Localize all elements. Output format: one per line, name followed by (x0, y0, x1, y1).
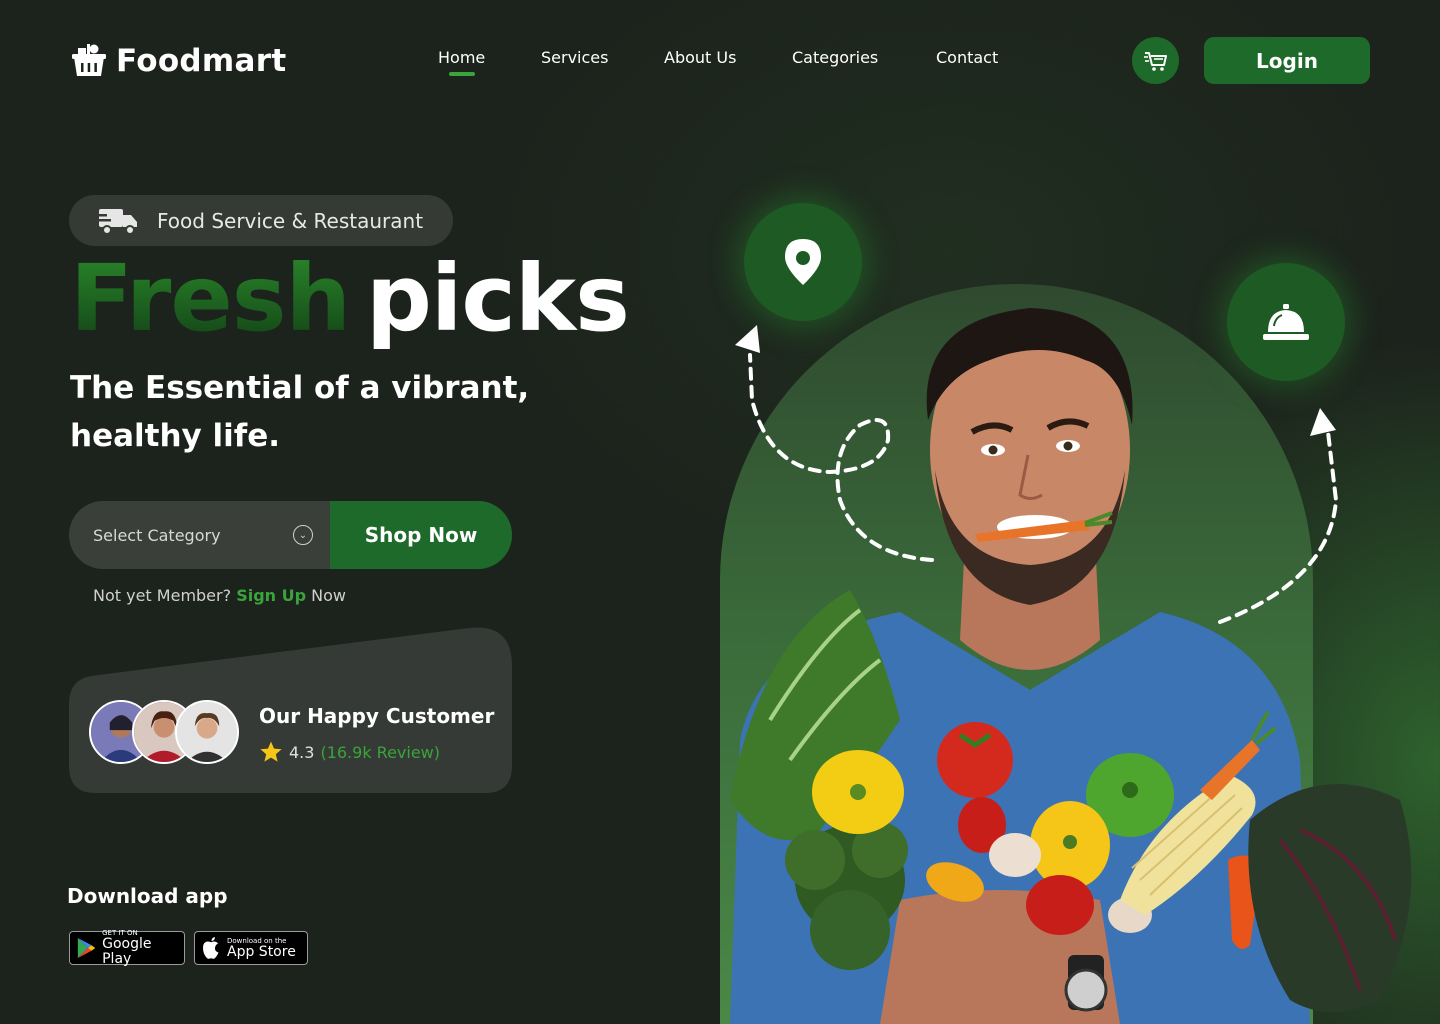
hero-person-with-vegetables (730, 308, 1412, 1024)
location-pin-icon (785, 239, 821, 285)
